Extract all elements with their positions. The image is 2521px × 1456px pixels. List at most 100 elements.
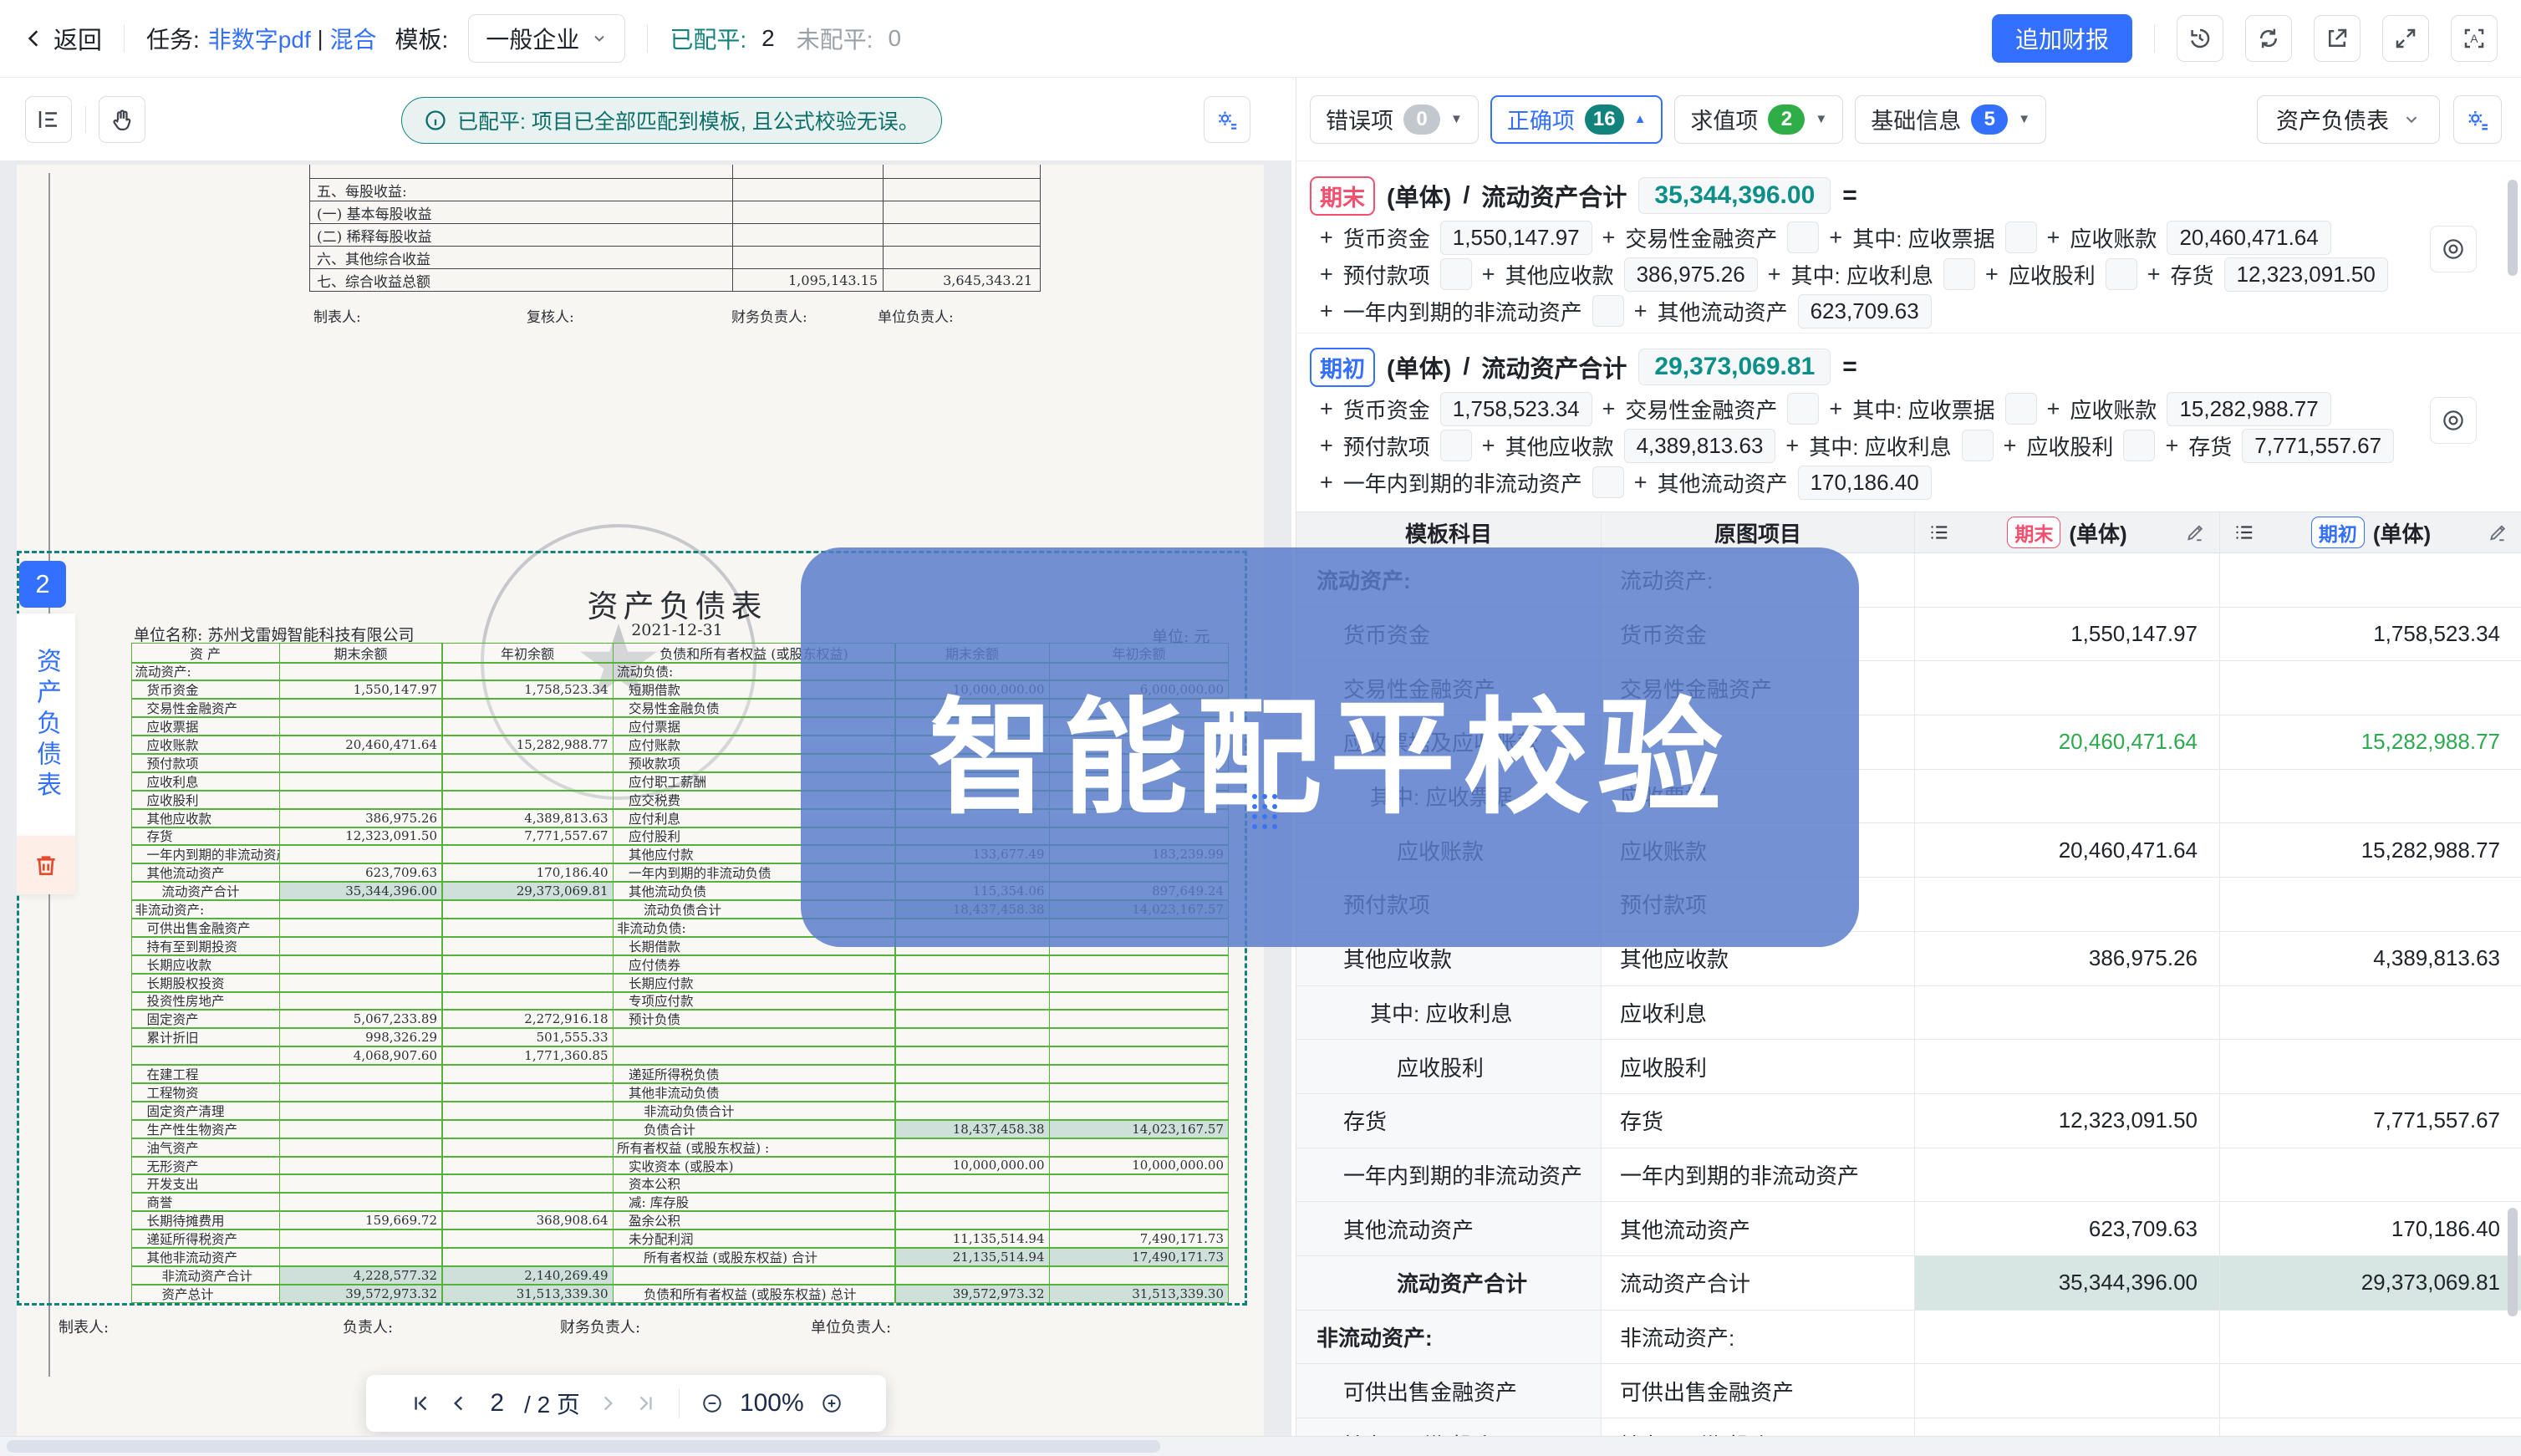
formula-term-value[interactable] [1787, 393, 1819, 425]
delete-sheet-button[interactable] [17, 836, 75, 894]
zoom-in-button[interactable] [821, 1392, 843, 1414]
formula-term-value[interactable] [1592, 466, 1624, 498]
current-page[interactable]: 2 [490, 1389, 504, 1418]
scan-cell [279, 1174, 442, 1193]
result-filter-tab[interactable]: 求值项2▼ [1674, 95, 1843, 144]
refresh-button[interactable] [2245, 15, 2292, 62]
sheet-tab-title[interactable]: 资产负债表 [17, 613, 75, 836]
horizontal-scrollbar-thumb[interactable] [7, 1440, 1160, 1453]
column-list-icon[interactable] [1928, 522, 1950, 543]
formula-term-value[interactable]: 20,460,471.64 [2167, 221, 2330, 255]
formula-term-value[interactable]: 386,975.26 [1624, 257, 1758, 292]
formula-term-value[interactable] [1592, 295, 1624, 327]
formula-term-value[interactable] [1943, 258, 1975, 290]
locate-button[interactable] [2430, 397, 2477, 444]
table-row[interactable]: 存货存货12,323,091.507,771,557.67 [1296, 1094, 2521, 1148]
formula-term-value[interactable] [2005, 221, 2037, 253]
formula-term-value[interactable] [1787, 221, 1819, 253]
scan-cell: 资产总计 [131, 1285, 280, 1303]
first-page-button[interactable] [410, 1392, 431, 1414]
doc-settings-button[interactable] [1204, 96, 1250, 143]
formula-term-value[interactable]: 1,758,523.34 [1440, 392, 1592, 426]
template-select[interactable]: 一般企业 [468, 14, 625, 63]
scan-row: 资产总计39,572,973.3231,513,339.30负债和所有者权益 (… [131, 1285, 1231, 1303]
tab-label: 正确项 [1507, 103, 1575, 135]
formula-term-value[interactable] [1962, 430, 1994, 461]
formula-term-value[interactable] [2106, 258, 2137, 290]
add-report-button[interactable]: 追加财报 [1992, 14, 2132, 63]
table-row[interactable]: 应收股利应收股利 [1296, 1040, 2521, 1094]
scan-cell [279, 1120, 442, 1138]
panel-resize-handle[interactable] [1252, 794, 1277, 829]
scan-cell [1049, 992, 1229, 1011]
result-filter-tab[interactable]: 基础信息5▼ [1855, 95, 2046, 144]
period-tag: 期末 [1310, 176, 1375, 216]
ocr-text-button[interactable]: A [2451, 15, 2498, 62]
refresh-icon [2256, 26, 2281, 51]
task-name-link[interactable]: 非数字pdf [208, 22, 311, 55]
divider [85, 106, 86, 133]
table-row[interactable]: 其他流动资产其他流动资产623,709.63170,186.40 [1296, 1202, 2521, 1256]
scan-row: 递延所得税资产未分配利润11,135,514.947,490,171.73 [131, 1230, 1231, 1249]
formula-term-value[interactable]: 12,323,091.50 [2224, 257, 2388, 292]
scan-title: 资产负债表 [510, 581, 844, 626]
table-row[interactable]: 流动资产合计流动资产合计35,344,396.0029,373,069.81 [1296, 1256, 2521, 1311]
pan-tool-button[interactable] [99, 96, 145, 143]
table-row[interactable]: 其中: 应收利息应收利息 [1296, 986, 2521, 1041]
scan-cell: 其他流动资产 [131, 863, 280, 882]
table-scrollbar[interactable] [2508, 1208, 2518, 1316]
formula-scrollbar[interactable] [2508, 180, 2518, 276]
scan-cell [895, 1211, 1050, 1229]
formula-term-value[interactable]: 170,186.40 [1798, 466, 1932, 500]
prev-page-button[interactable] [448, 1392, 470, 1414]
formula-term-value[interactable] [2123, 430, 2155, 461]
edit-icon[interactable] [2487, 522, 2508, 543]
plus-sign: + [2047, 396, 2060, 422]
plus-sign: + [1320, 433, 1333, 459]
scan-row: 商誉减: 库存股 [131, 1194, 1231, 1212]
formula-term-value[interactable] [1440, 430, 1472, 461]
next-page-button[interactable] [597, 1392, 619, 1414]
formula-term-value[interactable]: 4,389,813.63 [1624, 429, 1776, 463]
table-row[interactable]: 一年内到期的非流动资产一年内到期的非流动资产 [1296, 1148, 2521, 1203]
begin-value-cell [2220, 553, 2521, 607]
table-row[interactable]: 持有至到期投资持有至到期投资 [1296, 1418, 2521, 1436]
formula-term-value[interactable]: 7,771,557.67 [2242, 429, 2394, 463]
formula-term-value[interactable]: 1,550,147.97 [1440, 221, 1592, 255]
formula-total-value[interactable]: 29,373,069.81 [1638, 349, 1831, 385]
locate-button[interactable] [2430, 226, 2477, 272]
history-button[interactable] [2177, 15, 2223, 62]
back-button[interactable]: 返回 [23, 21, 102, 56]
open-external-button[interactable] [2314, 15, 2361, 62]
result-filter-tab[interactable]: 错误项0▼ [1310, 95, 1479, 144]
result-filter-tab[interactable]: 正确项16▲ [1490, 95, 1663, 144]
formula-term-value[interactable] [2005, 393, 2037, 425]
scan-cell: 资本公积 [613, 1174, 895, 1193]
scan-cell [442, 919, 614, 937]
last-page-button[interactable] [635, 1392, 657, 1414]
count-badge: 0 [1403, 104, 1440, 135]
edit-icon[interactable] [2184, 522, 2206, 543]
plus-sign: + [1482, 262, 1495, 288]
formula-term-value[interactable] [1440, 258, 1472, 290]
sheet-select[interactable]: 资产负债表 [2257, 95, 2440, 144]
table-row[interactable]: 可供出售金融资产可供出售金融资产 [1296, 1364, 2521, 1418]
formula-term-value[interactable]: 623,709.63 [1798, 294, 1932, 328]
signature-label: 制表人: [313, 305, 361, 326]
balance-check-watermark-overlay: 智能配平校验 [801, 547, 1859, 947]
zoom-out-button[interactable] [701, 1392, 723, 1414]
equals-sign: = [1842, 353, 1857, 381]
outline-button[interactable] [25, 96, 72, 143]
scan-cell [613, 1028, 895, 1046]
task-mode-link[interactable]: 混合 [330, 22, 377, 55]
column-list-icon[interactable] [2233, 522, 2255, 543]
formula-term-value[interactable]: 15,282,988.77 [2167, 392, 2330, 426]
plus-sign: + [2147, 262, 2161, 288]
divider [124, 24, 125, 53]
scan-cell: 623,709.63 [279, 863, 442, 882]
table-row[interactable]: 非流动资产:非流动资产: [1296, 1311, 2521, 1365]
formula-total-value[interactable]: 35,344,396.00 [1638, 177, 1831, 214]
scan-cell: 5,067,233.89 [279, 1010, 442, 1028]
fullscreen-button[interactable] [2382, 15, 2429, 62]
table-settings-button[interactable] [2453, 95, 2502, 144]
